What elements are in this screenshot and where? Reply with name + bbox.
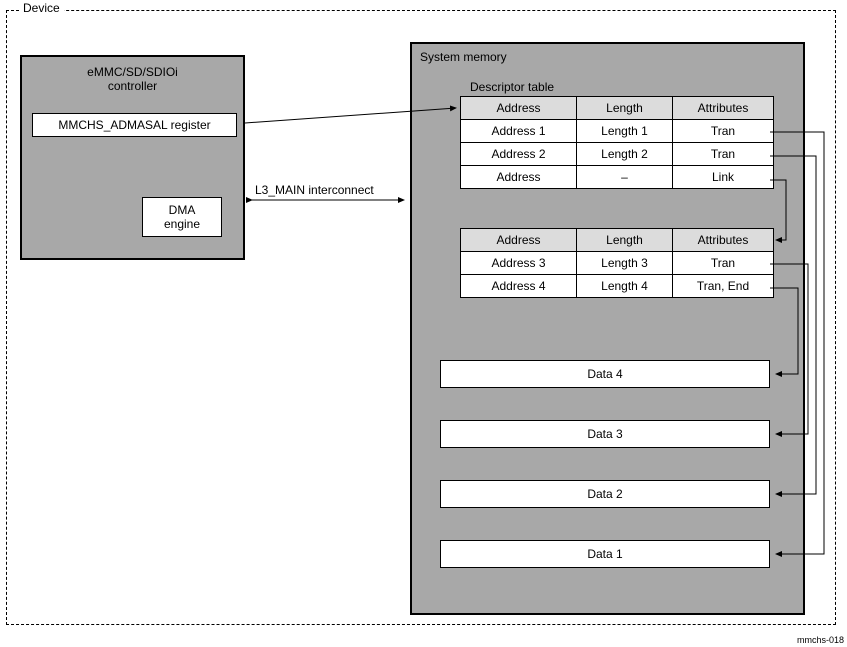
cell-length: Length 3 [577, 252, 673, 275]
controller-block: eMMC/SD/SDIOi controller MMCHS_ADMASAL r… [20, 55, 245, 260]
diagram-canvas: Device eMMC/SD/SDIOi controller MMCHS_AD… [0, 0, 847, 647]
column-header-address: Address [461, 229, 577, 252]
cell-length: Length 1 [577, 120, 673, 143]
dma-line1: DMA [169, 203, 196, 217]
descriptor-table-1: Address Length Attributes Address 1 Leng… [460, 96, 774, 189]
interconnect-label: L3_MAIN interconnect [255, 183, 374, 197]
cell-attr: Tran [673, 120, 774, 143]
cell-address: Address 3 [461, 252, 577, 275]
cell-attr: Tran [673, 143, 774, 166]
column-header-length: Length [577, 229, 673, 252]
cell-length: Length 2 [577, 143, 673, 166]
column-header-address: Address [461, 97, 577, 120]
cell-address: Address 4 [461, 275, 577, 298]
column-header-length: Length [577, 97, 673, 120]
data-buffer-3: Data 3 [440, 420, 770, 448]
controller-title: eMMC/SD/SDIOi controller [22, 65, 243, 93]
cell-address: Address [461, 166, 577, 189]
device-label: Device [19, 1, 64, 15]
controller-title-line1: eMMC/SD/SDIOi [87, 65, 178, 79]
table-row: Address 4 Length 4 Tran, End [461, 275, 774, 298]
table-row: Address – Link [461, 166, 774, 189]
data-buffer-2: Data 2 [440, 480, 770, 508]
dma-line2: engine [164, 217, 200, 231]
data-buffer-1: Data 1 [440, 540, 770, 568]
cell-attr: Link [673, 166, 774, 189]
admasal-register: MMCHS_ADMASAL register [32, 113, 237, 137]
table-row: Address 3 Length 3 Tran [461, 252, 774, 275]
table-row: Address 1 Length 1 Tran [461, 120, 774, 143]
dma-engine: DMA engine [142, 197, 222, 237]
table-row: Address Length Attributes [461, 229, 774, 252]
cell-attr: Tran, End [673, 275, 774, 298]
table-row: Address Length Attributes [461, 97, 774, 120]
column-header-attributes: Attributes [673, 97, 774, 120]
descriptor-table-2: Address Length Attributes Address 3 Leng… [460, 228, 774, 298]
cell-address: Address 2 [461, 143, 577, 166]
controller-title-line2: controller [108, 79, 157, 93]
cell-length: Length 4 [577, 275, 673, 298]
data-buffer-4: Data 4 [440, 360, 770, 388]
descriptor-table-label: Descriptor table [470, 80, 554, 94]
system-memory-title: System memory [420, 50, 507, 64]
cell-address: Address 1 [461, 120, 577, 143]
cell-attr: Tran [673, 252, 774, 275]
figure-id: mmchs-018 [797, 635, 844, 645]
column-header-attributes: Attributes [673, 229, 774, 252]
table-row: Address 2 Length 2 Tran [461, 143, 774, 166]
cell-length: – [577, 166, 673, 189]
